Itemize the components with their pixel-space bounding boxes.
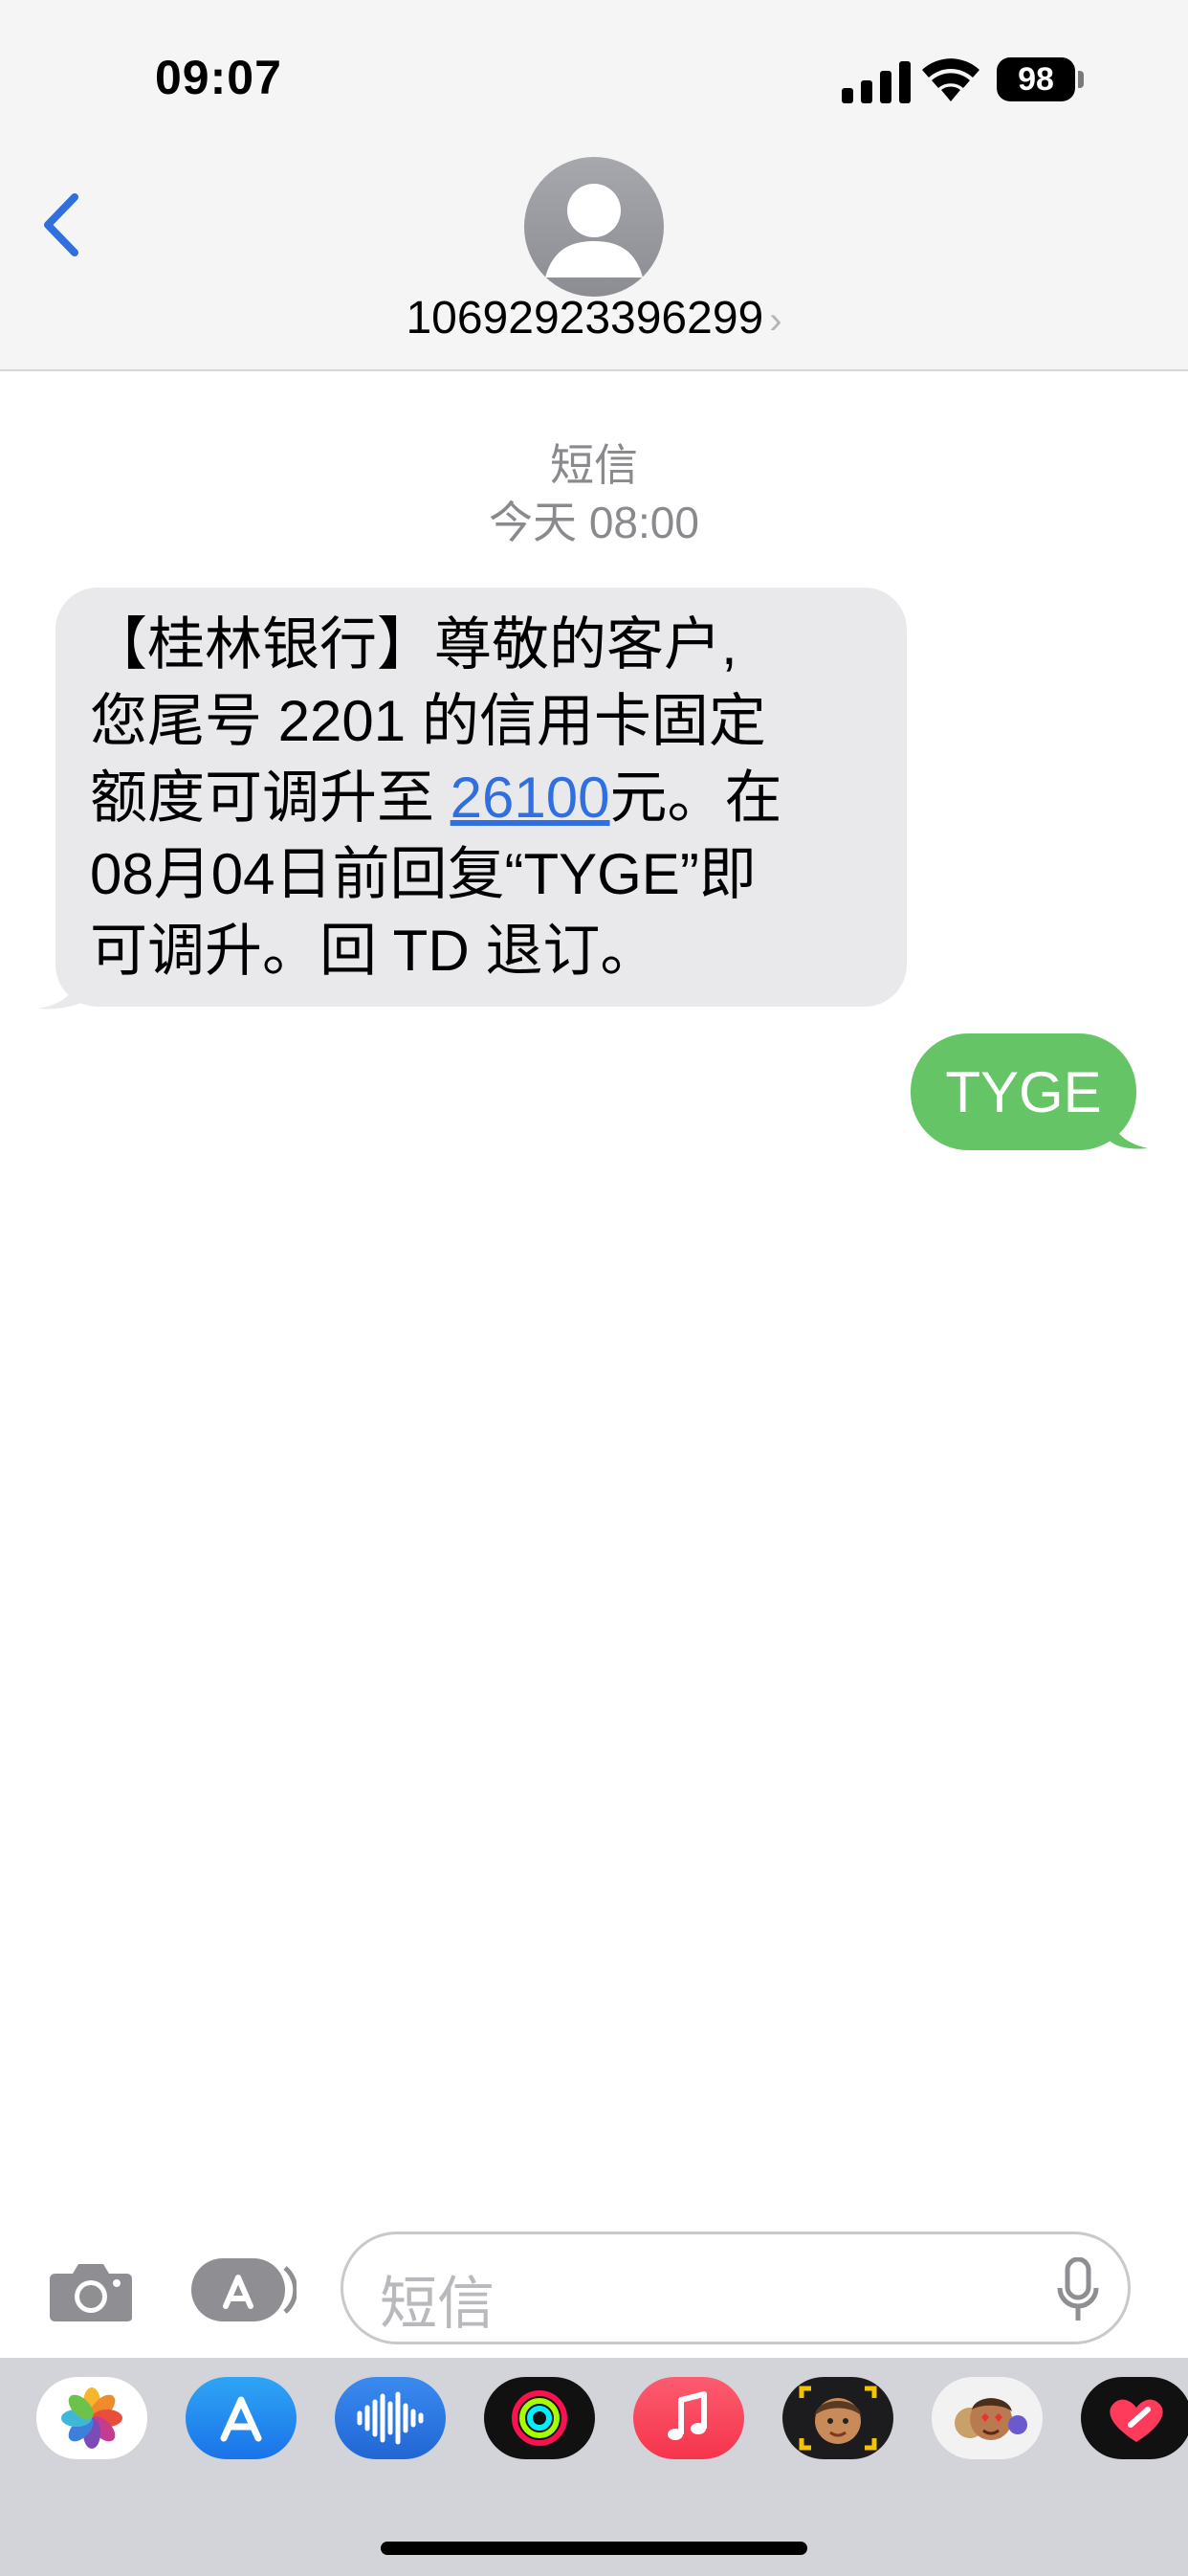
microphone-icon[interactable]	[1057, 2257, 1099, 2324]
battery-indicator: 98	[997, 57, 1075, 101]
contact-avatar[interactable]	[524, 157, 664, 297]
contact-name-row[interactable]: 10692923396299 ›	[0, 292, 1188, 344]
incoming-message-bubble[interactable]: 【桂林银行】尊敬的客户, 您尾号 2201 的信用卡固定 额度可调升至 2610…	[55, 588, 907, 1007]
message-timestamp: 今天 08:00	[489, 498, 699, 547]
contact-number: 10692923396299	[406, 293, 764, 344]
outgoing-message-bubble[interactable]: TYGE	[911, 1033, 1136, 1150]
input-placeholder: 短信	[380, 2272, 495, 2336]
message-text: 额度可调升至	[90, 766, 451, 830]
message-input-field[interactable]: 短信	[341, 2232, 1131, 2344]
camera-icon[interactable]	[48, 2258, 134, 2323]
person-silhouette-icon	[545, 184, 643, 278]
music-icon[interactable]	[633, 2377, 744, 2459]
message-line: 可调升。回 TD 退订。	[90, 919, 658, 983]
wifi-icon	[922, 58, 979, 101]
activity-icon[interactable]	[484, 2377, 595, 2459]
message-line: 额度可调升至 26100元。在	[90, 760, 874, 836]
app-store-icon[interactable]	[186, 2377, 297, 2459]
digital-touch-icon[interactable]	[1081, 2377, 1188, 2459]
amount-link[interactable]: 26100	[451, 766, 610, 830]
message-line: 08月04日前回复“TYGE”即	[90, 842, 757, 906]
apps-icon	[191, 2258, 298, 2321]
app-store-apps-button[interactable]	[189, 2256, 298, 2323]
message-line: 【桂林银行】尊敬的客户,	[90, 612, 737, 677]
outgoing-message-text: TYGE	[945, 1059, 1102, 1124]
message-line: 您尾号 2201 的信用卡固定	[90, 689, 766, 753]
conversation-header: 09:07 98 10692923396299 ›	[0, 0, 1188, 371]
photos-icon[interactable]	[36, 2377, 147, 2459]
memoji-stickers-icon[interactable]	[932, 2377, 1043, 2459]
chevron-right-icon: ›	[769, 300, 782, 342]
memoji-icon[interactable]	[782, 2377, 893, 2459]
cellular-signal-icon	[842, 61, 911, 103]
back-chevron-icon[interactable]	[36, 191, 88, 258]
battery-nub	[1078, 71, 1084, 88]
battery-level: 98	[1018, 60, 1054, 98]
audio-message-icon[interactable]	[335, 2377, 446, 2459]
home-indicator[interactable]	[381, 2542, 807, 2555]
message-text: 元。在	[609, 766, 782, 830]
service-label: 短信	[550, 440, 638, 490]
status-time: 09:07	[155, 51, 282, 104]
